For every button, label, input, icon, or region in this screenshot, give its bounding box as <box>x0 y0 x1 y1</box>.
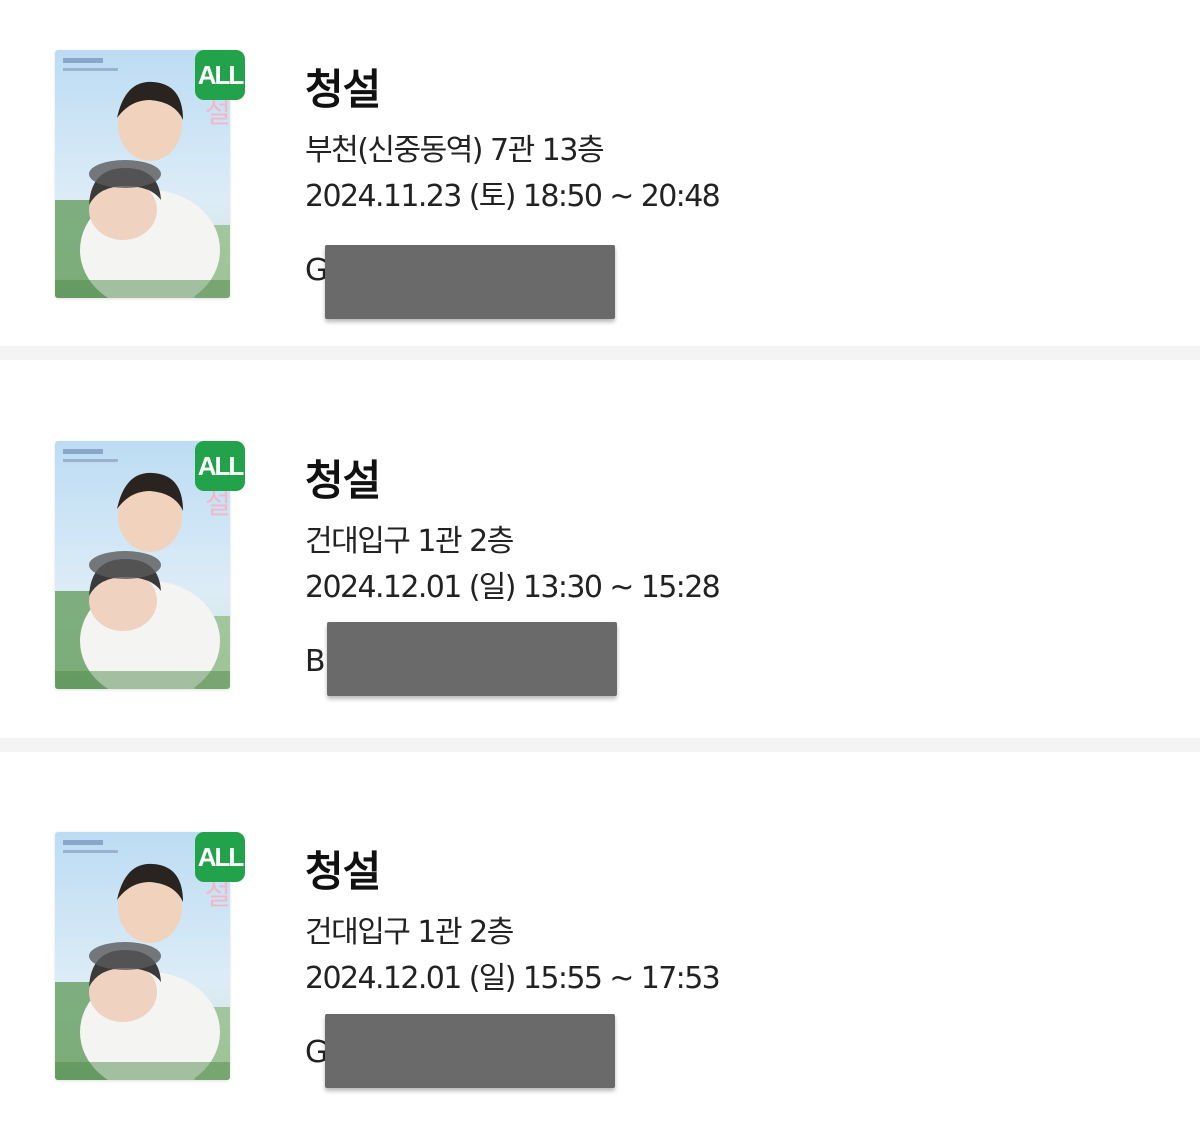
ticket-card[interactable]: 청 설 ALL 청설 건대입구 1관 2층 2024.12.01 (일) 15:… <box>0 752 1200 1098</box>
redacted-seat-info <box>327 622 617 696</box>
showtime: 2024.12.01 (일) 13:30 ~ 15:28 <box>305 570 721 605</box>
divider <box>0 346 1200 360</box>
theater-location: 건대입구 1관 2층 <box>305 524 514 559</box>
ticket-list: 청 설 ALL 청설 부천(신중동역) 7관 13층 2024.11.23 (토… <box>0 0 1200 1130</box>
seat-row: B <box>305 644 326 679</box>
movie-title: 청설 <box>305 456 381 505</box>
theater-location: 부천(신중동역) 7관 13층 <box>305 133 605 168</box>
showtime: 2024.11.23 (토) 18:50 ~ 20:48 <box>305 179 721 214</box>
svg-text:설: 설 <box>205 96 230 129</box>
svg-text:설: 설 <box>205 878 230 911</box>
theater-location: 건대입구 1관 2층 <box>305 915 514 950</box>
rating-badge: ALL <box>195 441 245 491</box>
movie-title: 청설 <box>305 65 381 114</box>
redacted-seat-info <box>325 1014 615 1088</box>
ticket-card[interactable]: 청 설 ALL 청설 건대입구 1관 2층 2024.12.01 (일) 13:… <box>0 360 1200 706</box>
rating-badge: ALL <box>195 832 245 882</box>
redacted-seat-info <box>325 245 615 319</box>
divider <box>0 738 1200 752</box>
ticket-card[interactable]: 청 설 ALL 청설 부천(신중동역) 7관 13층 2024.11.23 (토… <box>0 0 1200 346</box>
svg-text:설: 설 <box>205 487 230 520</box>
rating-badge: ALL <box>195 50 245 100</box>
movie-title: 청설 <box>305 847 381 896</box>
showtime: 2024.12.01 (일) 15:55 ~ 17:53 <box>305 961 721 996</box>
